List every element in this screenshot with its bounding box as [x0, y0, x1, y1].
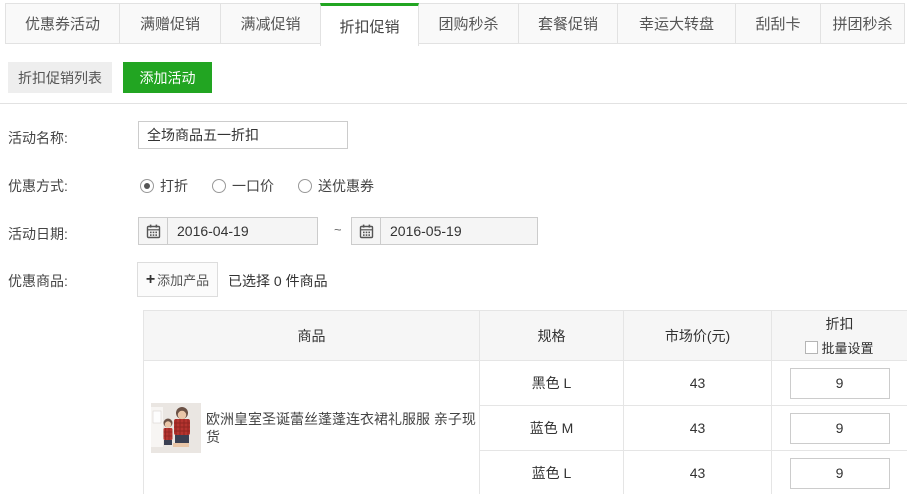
activity-name-input[interactable]: [138, 121, 348, 149]
radio-selected-icon: [140, 179, 154, 193]
section-divider: [0, 103, 907, 104]
end-date-field[interactable]: 2016-05-19: [351, 217, 538, 245]
promotion-admin-page: 优惠券活动 满赠促销 满减促销 折扣促销 团购秒杀 套餐促销 幸运大转盘 刮刮卡…: [0, 0, 907, 494]
add-product-button[interactable]: + 添加产品: [137, 262, 218, 297]
radio-dazhe[interactable]: 打折: [140, 176, 188, 196]
spec-cell: 蓝色 L: [480, 451, 624, 494]
spec-cell: 黑色 L: [480, 361, 624, 406]
activity-name-label: 活动名称:: [8, 128, 68, 148]
col-header-price: 市场价(元): [624, 311, 772, 361]
col-header-product: 商品: [144, 311, 480, 361]
tab-scratch-card[interactable]: 刮刮卡: [735, 3, 821, 44]
selected-count-text: 已选择 0 件商品: [228, 271, 328, 291]
discount-method-label: 优惠方式:: [8, 176, 68, 196]
product-image: [151, 403, 201, 453]
discount-list-button[interactable]: 折扣促销列表: [8, 62, 112, 93]
tab-lucky-wheel[interactable]: 幸运大转盘: [617, 3, 736, 44]
tab-group-seckill[interactable]: 团购秒杀: [418, 3, 519, 44]
plus-icon: +: [146, 271, 155, 289]
col-header-spec: 规格: [480, 311, 624, 361]
add-product-label: 添加产品: [157, 270, 209, 289]
tab-discount-promo[interactable]: 折扣促销: [320, 3, 419, 46]
tab-pintuan-seckill[interactable]: 拼团秒杀: [820, 3, 905, 44]
discount-input[interactable]: [790, 413, 890, 444]
table-header-row: 商品 规格 市场价(元) 折扣 批量设置: [144, 311, 907, 361]
col-header-discount: 折扣 批量设置: [772, 311, 907, 361]
batch-checkbox-icon[interactable]: [805, 341, 818, 354]
tab-package-promo[interactable]: 套餐促销: [518, 3, 618, 44]
batch-set-label: 批量设置: [821, 338, 873, 357]
radio-label: 送优惠券: [318, 176, 374, 196]
discount-input[interactable]: [790, 368, 890, 399]
discount-method-radio-group: 打折 一口价 送优惠券: [140, 176, 398, 196]
end-date-value: 2016-05-19: [381, 223, 462, 239]
products-table: 商品 规格 市场价(元) 折扣 批量设置: [143, 310, 907, 494]
start-date-value: 2016-04-19: [168, 223, 249, 239]
date-range-separator: ~: [334, 222, 342, 237]
radio-songyouhuiquan[interactable]: 送优惠券: [298, 176, 374, 196]
tab-coupon-activity[interactable]: 优惠券活动: [5, 3, 120, 44]
radio-label: 打折: [160, 176, 188, 196]
discount-input[interactable]: [790, 458, 890, 489]
product-name: 欧洲皇室圣诞蕾丝蓬蓬连衣裙礼服服 亲子现货: [201, 410, 479, 446]
promotion-tabbar: 优惠券活动 满赠促销 满减促销 折扣促销 团购秒杀 套餐促销 幸运大转盘 刮刮卡…: [5, 3, 905, 46]
discount-cell: [772, 361, 907, 406]
discount-cell: [772, 451, 907, 494]
price-cell: 43: [624, 406, 772, 451]
product-cell: 欧洲皇室圣诞蕾丝蓬蓬连衣裙礼服服 亲子现货: [144, 361, 480, 494]
tab-reduction-promo[interactable]: 满减促销: [220, 3, 321, 44]
activity-date-label: 活动日期:: [8, 224, 68, 244]
discount-cell: [772, 406, 907, 451]
table-row: 欧洲皇室圣诞蕾丝蓬蓬连衣裙礼服服 亲子现货 黑色 L 43: [144, 361, 907, 406]
calendar-icon: [352, 218, 381, 244]
add-activity-button[interactable]: 添加活动: [123, 62, 212, 93]
spec-cell: 蓝色 M: [480, 406, 624, 451]
radio-unselected-icon: [298, 179, 312, 193]
price-cell: 43: [624, 361, 772, 406]
price-cell: 43: [624, 451, 772, 494]
calendar-icon: [139, 218, 168, 244]
discount-header-label: 折扣: [826, 314, 854, 334]
radio-yikoujia[interactable]: 一口价: [212, 176, 274, 196]
radio-label: 一口价: [232, 176, 274, 196]
promo-products-label: 优惠商品:: [8, 271, 68, 291]
start-date-field[interactable]: 2016-04-19: [138, 217, 318, 245]
radio-unselected-icon: [212, 179, 226, 193]
tab-gift-promo[interactable]: 满赠促销: [119, 3, 221, 44]
batch-set-toggle[interactable]: 批量设置: [805, 338, 873, 357]
